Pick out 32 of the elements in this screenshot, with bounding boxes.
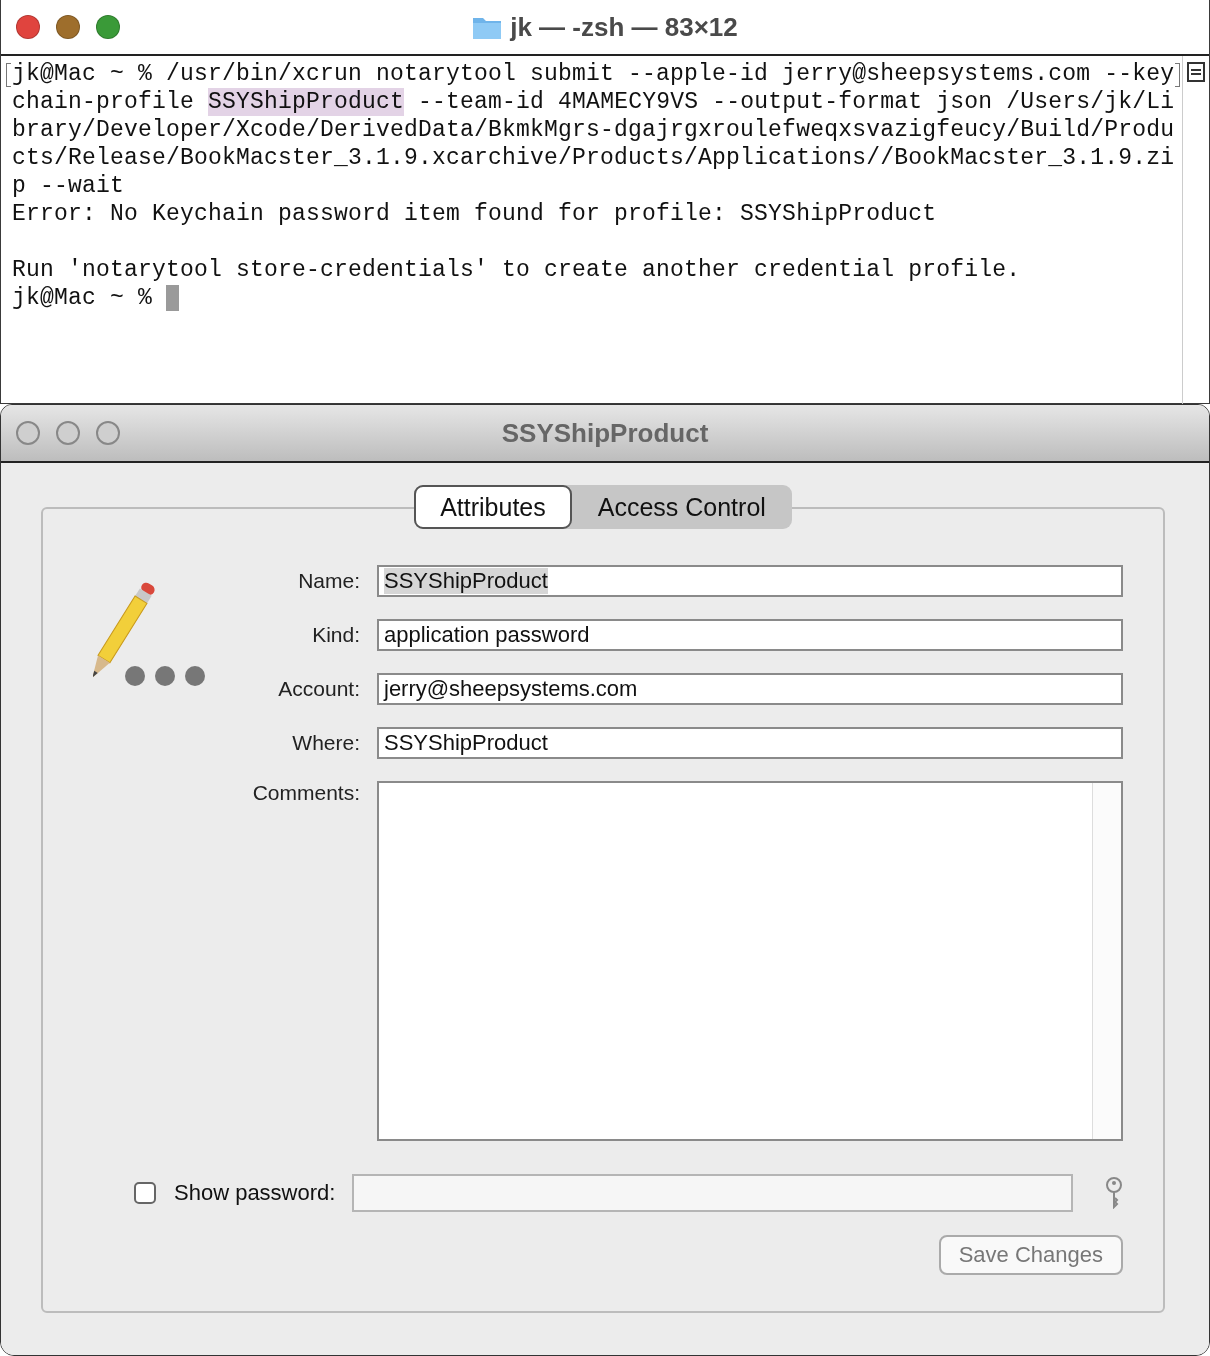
- text-field[interactable]: application password: [377, 619, 1123, 651]
- key-icon[interactable]: [1105, 1177, 1123, 1209]
- checkbox-label: Show password:: [174, 1180, 336, 1206]
- comments-field[interactable]: [377, 781, 1123, 1141]
- tab[interactable]: Attributes: [414, 485, 572, 529]
- terminal-text: chain-profile: [12, 88, 196, 116]
- terminal-text: cts/Release/BookMacster_3.1.9.xcarchive/Products/Applications//BookMacster_3.1.9.zi: [12, 144, 1175, 172]
- field-label: Where:: [292, 731, 360, 755]
- terminal-text: --team-id 4MAMECY9VS --output-format json /Users/jk/Li: [417, 88, 1175, 116]
- close-button[interactable]: [16, 421, 40, 445]
- window-title: SSYShipProduct: [501, 417, 709, 449]
- terminal-text: Error: No Keychain password item found for profile: SSYShipProduct: [12, 200, 937, 228]
- field-label: Account:: [278, 677, 360, 701]
- text-field[interactable]: jerry@sheepsystems.com: [377, 673, 1123, 705]
- field-label: Comments:: [252, 781, 360, 805]
- terminal-text: brary/Developer/Xcode/DerivedData/BkmkMgrs-dgajrgxroulefweqxsvazigfeucy/Build/Produ: [12, 116, 1175, 144]
- zoom-button[interactable]: [96, 421, 120, 445]
- field-label: Name:: [298, 569, 360, 593]
- terminal-text: jk@Mac ~ % /usr/bin/xcrun notarytool submit --apple-id jerry@sheepsystems.com --key: [12, 60, 1175, 88]
- scroller-icon[interactable]: [1187, 62, 1205, 82]
- terminal-text: p --wait: [12, 172, 125, 200]
- minimize-button[interactable]: [56, 421, 80, 445]
- text-field[interactable]: SSYShipProduct: [377, 727, 1123, 759]
- checkbox[interactable]: [134, 1182, 156, 1204]
- terminal-text: jk@Mac ~ %: [12, 284, 154, 312]
- terminal-text: Run 'notarytool store-credentials' to create another credential profile.: [12, 256, 1021, 284]
- window-title: jk — -zsh — 83×12: [510, 11, 738, 43]
- selected-text: SSYShipProduct: [208, 88, 405, 116]
- field-label: Kind:: [312, 623, 360, 647]
- tab[interactable]: Access Control: [571, 485, 792, 529]
- text-field[interactable]: SSYShipProduct: [377, 565, 1123, 597]
- password-field[interactable]: [352, 1174, 1073, 1212]
